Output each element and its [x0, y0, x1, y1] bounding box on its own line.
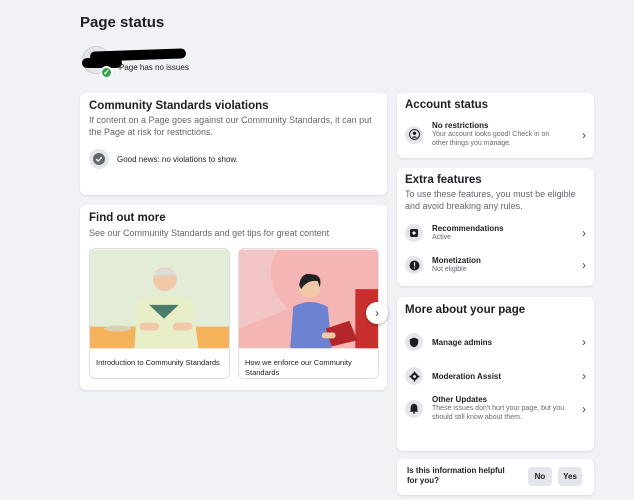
recommendations-icon	[405, 224, 423, 242]
shield-icon	[405, 333, 423, 351]
no-violations-row: Good news: no violations to show.	[89, 149, 238, 169]
no-restrictions-desc: Your account looks good! Check in on oth…	[432, 131, 550, 147]
recommendations-label: Recommendations	[432, 224, 504, 233]
other-updates-desc: These issues don't hurt your page, but y…	[432, 405, 565, 421]
recommendations-row[interactable]: Recommendations Active ›	[405, 224, 586, 242]
chevron-right-icon: ›	[582, 369, 586, 383]
moderation-gear-icon	[405, 367, 423, 385]
feedback-card: Is this information helpful for you? No …	[397, 459, 594, 495]
feedback-question: Is this information helpful for you?	[407, 466, 505, 485]
chevron-right-icon: ›	[582, 226, 586, 240]
chevron-right-icon: ›	[582, 127, 586, 142]
monetization-row[interactable]: Monetization Not eligible ›	[405, 256, 586, 274]
chevron-right-icon: ›	[582, 258, 586, 272]
feedback-no-button[interactable]: No	[528, 467, 552, 486]
chevron-right-icon: ›	[582, 401, 586, 416]
extra-features-subtitle: To use these features, you must be eligi…	[405, 189, 576, 211]
violations-card: Community Standards violations If conten…	[80, 93, 387, 195]
woman-laptop-illustration	[239, 249, 378, 349]
page-status-text: Page has no issues	[119, 63, 189, 72]
violations-subtitle: If content on a Page goes against our Co…	[89, 115, 372, 137]
check-badge-icon: ✓	[100, 66, 113, 79]
extra-features-card: Extra features To use these features, yo…	[397, 168, 594, 286]
violations-title: Community Standards violations	[89, 100, 269, 112]
no-violations-text: Good news: no violations to show.	[117, 154, 238, 164]
page-header: ✓ Page has no issues	[80, 44, 200, 79]
person-icon	[405, 125, 423, 144]
find-out-more-title: Find out more	[89, 212, 166, 224]
account-status-card: Account status No restrictions Your acco…	[397, 93, 594, 158]
feedback-yes-button[interactable]: Yes	[558, 467, 582, 486]
manage-admins-row[interactable]: Manage admins ›	[405, 333, 586, 351]
checkmark-icon	[89, 149, 109, 169]
monetization-status: Not eligible	[432, 266, 467, 273]
other-updates-label: Other Updates	[432, 395, 488, 404]
tile-intro-community-standards[interactable]: Introduction to Community Standards	[89, 248, 230, 379]
bell-icon	[405, 399, 423, 418]
other-updates-row[interactable]: Other Updates These issues don't hurt yo…	[405, 395, 586, 422]
carousel-next-button[interactable]: ›	[366, 302, 388, 324]
chevron-right-icon: ›	[375, 306, 379, 320]
page-title: Page status	[80, 14, 165, 31]
manage-admins-label: Manage admins	[432, 337, 493, 347]
tile-how-we-enforce[interactable]: How we enforce our Community Standards	[238, 248, 379, 379]
monetization-label: Monetization	[432, 256, 481, 265]
extra-features-title: Extra features	[405, 174, 482, 186]
moderation-assist-row[interactable]: Moderation Assist ›	[405, 367, 586, 385]
elderly-man-illustration	[90, 249, 229, 349]
tile-intro-label: Introduction to Community Standards	[96, 358, 220, 367]
more-about-page-card: More about your page Manage admins › Mod…	[397, 297, 594, 451]
no-restrictions-label: No restrictions	[432, 121, 489, 130]
tile-enforce-label: How we enforce our Community Standards	[245, 358, 352, 377]
find-out-more-subtitle: See our Community Standards and get tips…	[89, 228, 330, 238]
no-restrictions-row[interactable]: No restrictions Your account looks good!…	[405, 121, 586, 148]
moderation-assist-label: Moderation Assist	[432, 371, 502, 381]
account-status-title: Account status	[405, 99, 489, 111]
monetization-icon	[405, 256, 423, 274]
more-about-title: More about your page	[405, 304, 526, 316]
chevron-right-icon: ›	[582, 335, 586, 349]
recommendations-status: Active	[432, 234, 452, 241]
find-out-more-card: Find out more See our Community Standard…	[80, 205, 388, 390]
